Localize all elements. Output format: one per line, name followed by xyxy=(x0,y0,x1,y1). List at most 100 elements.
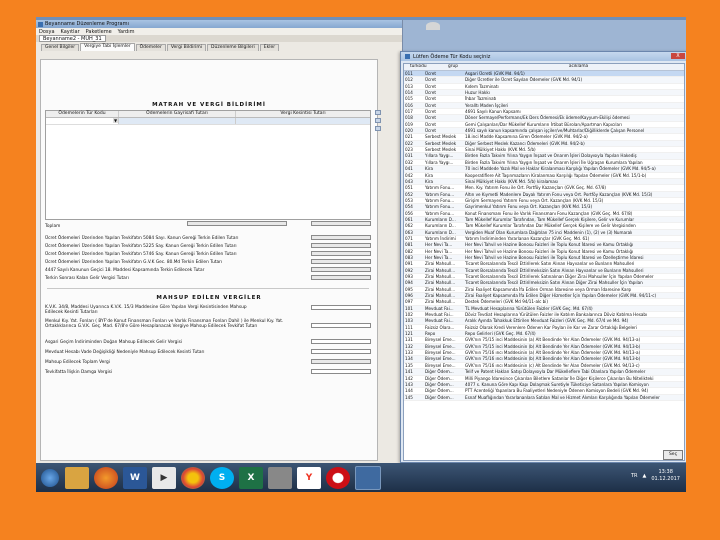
edit-row-icon[interactable] xyxy=(375,126,381,131)
tab-genel-bilgiler[interactable]: Genel Bilgiler xyxy=(41,44,80,51)
agi-label: Asgari Geçim İndiriminden Doğan Mahsup E… xyxy=(45,340,183,345)
toplam-gayrisafi-field xyxy=(187,221,287,226)
list-item-description: Birden Fazla Takvim Yılına Yaygın İnşaat… xyxy=(465,153,637,159)
list-item-code: 132 xyxy=(405,343,413,349)
select-button[interactable]: Seç xyxy=(663,450,683,460)
list-item[interactable]: 145 Diğer Ödem... Esnaf Muaflığından Yarar… xyxy=(404,394,684,401)
tab-duzenleme-bilgileri[interactable]: Düzenleme Bilgileri xyxy=(207,44,259,51)
menkul-tevkifat-field[interactable] xyxy=(311,323,371,328)
media-icon[interactable]: ▶ xyxy=(152,466,176,489)
list-item-group: Bireysel Eme... xyxy=(425,343,456,349)
delete-row-icon[interactable] xyxy=(375,118,381,123)
grid-header: Ödemelerin Tür Kodu Ödemelerin Gayrisafi… xyxy=(46,111,370,118)
list-item-description: Yatırım İndiriminden Yararlanan Kazançla… xyxy=(465,235,590,241)
menu-yardim[interactable]: Yardım xyxy=(118,29,135,35)
menu-kayitlar[interactable]: Kayıtlar xyxy=(61,29,80,35)
tab-ekler[interactable]: Ekler xyxy=(259,44,280,51)
list-item-code: 015 xyxy=(405,96,413,102)
mevduat-vade-field[interactable] xyxy=(311,349,371,354)
list-item-code: 071 xyxy=(405,235,413,241)
excel-icon[interactable]: X xyxy=(239,466,263,489)
agi-field[interactable] xyxy=(311,339,371,344)
language-indicator[interactable]: TR xyxy=(631,473,638,479)
list-item-code: 083 xyxy=(405,254,413,260)
list-item-code: 095 xyxy=(405,286,413,292)
list-item-description: TL Mevduat Hesaplarına Yürütülen Faizler… xyxy=(465,305,593,311)
terkin-gvk80-field[interactable] xyxy=(311,259,371,264)
chevron-down-icon[interactable]: ▼ xyxy=(113,118,118,123)
tab-vergi-bildirimi[interactable]: Vergi Bildirimi xyxy=(166,44,207,51)
app-icon xyxy=(38,21,43,27)
col-gayrisafi-tutar[interactable]: Ödemelerin Gayrisafi Tutarı xyxy=(119,111,236,117)
list-item-code: 143 xyxy=(405,381,413,387)
section-divider xyxy=(47,288,369,289)
list-item-description: Diğer Serbest Meslek Kazancı Ödemeleri (… xyxy=(465,140,585,146)
network-icon[interactable]: ▲ xyxy=(643,473,647,479)
list-item-group: Ücret xyxy=(425,71,436,76)
clock[interactable]: 13:38 01.12.2017 xyxy=(651,469,680,483)
opera-icon[interactable] xyxy=(326,466,350,489)
tool-icon[interactable] xyxy=(268,466,292,489)
start-button[interactable] xyxy=(41,468,59,487)
list-item-group: Zirai Mahsull... xyxy=(425,299,456,305)
list-item-code: 144 xyxy=(405,388,413,394)
list-item-description: Asgari Ücretli (GVK Md. 94/1) xyxy=(465,71,525,76)
terkin-5225-field[interactable] xyxy=(311,243,371,248)
word-icon[interactable]: W xyxy=(123,466,147,489)
list-item-description: Konut Finansmanı Fonu ile Varlık Finansm… xyxy=(465,210,633,216)
close-button[interactable]: X xyxy=(671,53,685,59)
list-item-description: GVK'nın 75/15 inci Maddesinin (b) Alt Be… xyxy=(465,343,641,349)
mevduat-vade-label: Mevduat Hesabı Vade Değişikliği Nedeniyl… xyxy=(45,350,205,355)
terkin-5746-field[interactable] xyxy=(311,251,371,256)
col-vergi-kesintisi[interactable]: Vergi Kesintisi Tutarı xyxy=(236,111,370,117)
menu-dosya[interactable]: Dosya xyxy=(39,29,55,35)
col-odeme-tur-kodu[interactable]: Ödemelerin Tür Kodu xyxy=(46,111,119,117)
list-item-description: Gemi Çalışanları/Dar Mükellef Kurumların… xyxy=(465,121,622,127)
menu-paketleme[interactable]: Paketleme xyxy=(86,29,112,35)
gayrisafi-cell[interactable] xyxy=(119,118,236,124)
tur-kodu-combo[interactable]: ▼ xyxy=(46,118,119,124)
program-icon[interactable] xyxy=(355,465,381,490)
toplam-kesinti-field xyxy=(311,221,371,226)
col-grup[interactable]: grup xyxy=(433,64,473,70)
explorer-icon[interactable] xyxy=(65,466,89,489)
add-row-icon[interactable] xyxy=(375,110,381,115)
list-item-description: 18.inci Madde Kapsamına Giren Ödemeler (… xyxy=(465,134,588,140)
col-aciklama[interactable]: aciklama xyxy=(473,64,684,70)
terkin-4447-field[interactable] xyxy=(311,267,371,272)
tab-vergiye-tabi-islemler[interactable]: Vergiye Tabi İşlemler xyxy=(80,43,135,51)
list-item-group: Diğer Ödem... xyxy=(425,394,454,400)
list-item-description: GVK'nın 75/16 ıncı Maddesinin (a) Alt Be… xyxy=(465,350,641,356)
terkin-gvk80-label: Ücret Ödemeleri Üzerinden Yapılan Tevkif… xyxy=(45,260,223,265)
toplam-mahsup-label: Mahsup Edilecek Toplam Vergi xyxy=(45,360,110,365)
list-item-group: Kira xyxy=(425,178,434,184)
list-item-code: 134 xyxy=(405,356,413,362)
list-item-group: Her Nevi Ta... xyxy=(425,254,453,260)
terkin-5225-label: Ücret Ödemeleri Üzerinden Yapılan Tevkif… xyxy=(45,244,237,249)
list-item-group: Yatırım Fonu... xyxy=(425,191,455,197)
list-item-group: Kira xyxy=(425,172,434,178)
kvk-mahsup-field[interactable] xyxy=(311,305,371,310)
list-item-code: 063 xyxy=(405,229,413,235)
firefox-icon[interactable] xyxy=(94,466,118,489)
kesinti-cell[interactable] xyxy=(236,118,370,124)
chrome-icon[interactable] xyxy=(181,466,205,489)
window-titlebar[interactable]: Beyanname Düzenleme Programı xyxy=(36,20,402,28)
damga-vergisi-field[interactable] xyxy=(311,369,371,374)
col-turkodu[interactable]: turkodu xyxy=(404,64,433,70)
list-item-group: Ücret xyxy=(425,121,436,127)
list-item-description: Sinai Mülkiyet Hakkı (KVK Md. 5/b) kiral… xyxy=(465,178,559,184)
document-tab[interactable]: Beyanname2 - MUH_31 xyxy=(39,35,106,42)
list-item-group: Yatırım Fonu... xyxy=(425,197,455,203)
list-item-group: Yıllara Yaygı... xyxy=(425,159,454,165)
yandex-icon[interactable]: Y xyxy=(297,466,321,489)
dialog-titlebar[interactable]: Lütfen Ödeme Tür Kodu seçiniz xyxy=(401,52,686,61)
list-item-code: 133 xyxy=(405,350,413,356)
terkin-5084-field[interactable] xyxy=(311,235,371,240)
list-item-code: 135 xyxy=(405,362,413,368)
tab-odemeler[interactable]: Ödemeler xyxy=(135,44,166,51)
list-item-group: Ücret xyxy=(425,115,436,121)
list-item-description: Her Nevi Tahvil ve Hazine Bonosu Faizler… xyxy=(465,248,634,254)
list-item-code: 018 xyxy=(405,115,413,121)
skype-icon[interactable]: S xyxy=(210,466,234,489)
